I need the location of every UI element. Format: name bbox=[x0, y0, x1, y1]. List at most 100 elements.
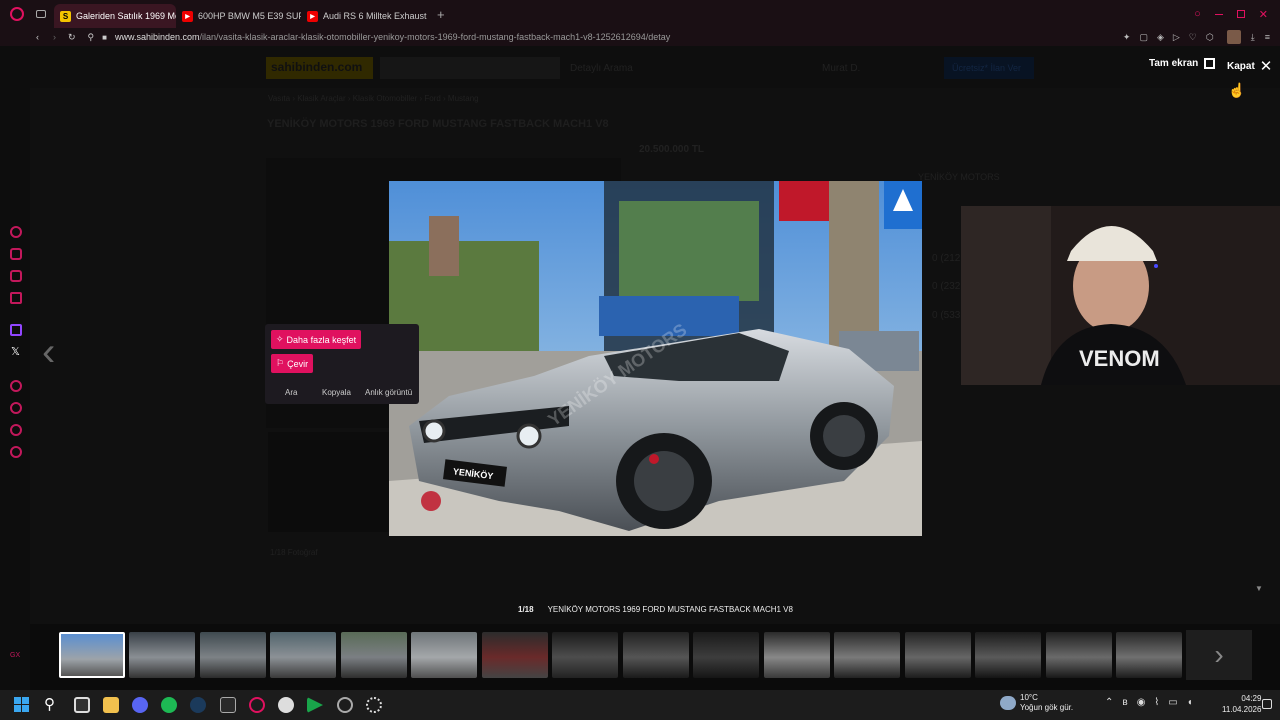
photo-caption: 1/18 YENİKÖY MOTORS 1969 FORD MUSTANG FA… bbox=[518, 605, 793, 614]
file-explorer-icon[interactable] bbox=[103, 697, 119, 713]
tab-bar: S Galeriden Satılık 1969 Mod ▶ 600HP BMW… bbox=[0, 0, 1280, 28]
translate-icon: ⚐ bbox=[276, 358, 285, 368]
tab-sahibinden[interactable]: S Galeriden Satılık 1969 Mod bbox=[54, 4, 176, 28]
youtube-icon: ▶ bbox=[307, 10, 318, 22]
thumbnail[interactable] bbox=[411, 632, 477, 678]
minimize-icon[interactable] bbox=[1214, 13, 1223, 15]
settings-icon[interactable] bbox=[10, 446, 22, 458]
thumbnail[interactable] bbox=[905, 632, 971, 678]
opera-icon[interactable] bbox=[10, 7, 24, 21]
thumbnail[interactable] bbox=[129, 632, 195, 678]
x-icon[interactable]: 𝕏 bbox=[11, 345, 20, 358]
close-icon: ✕ bbox=[1259, 58, 1273, 75]
tray-icons[interactable]: ⌃ʙ◉⌇▭◖ bbox=[1105, 697, 1202, 708]
menu-icon[interactable]: ≡ bbox=[1265, 32, 1270, 42]
tab-label: Galeriden Satılık 1969 Mod bbox=[76, 11, 176, 21]
url-field[interactable]: www.sahibinden.com/ilan/vasita-klasik-ar… bbox=[115, 32, 915, 42]
mustang-photo: YENİKÖY YENİKÖY MOTORS bbox=[389, 181, 922, 536]
copy-menu-item[interactable]: Kopyala bbox=[322, 388, 351, 397]
mail-icon[interactable] bbox=[10, 292, 22, 304]
snapshot-menu-item[interactable]: Anlık görüntü bbox=[365, 388, 412, 397]
streamer-webcam: VENOM bbox=[961, 206, 1280, 385]
weather-widget[interactable]: 10°C Yoğun gök gür. bbox=[1000, 693, 1073, 713]
cursor-hand-icon: ☝ bbox=[1228, 82, 1246, 98]
next-thumbs-button[interactable]: › bbox=[1186, 630, 1252, 680]
translate-label: Çevir bbox=[287, 358, 309, 369]
fullscreen-button[interactable]: Tam ekran bbox=[1149, 58, 1216, 69]
thumbnail[interactable] bbox=[59, 632, 125, 678]
collapse-strip-icon[interactable]: ▼ bbox=[1255, 584, 1263, 593]
gx-icon[interactable]: GX bbox=[10, 652, 20, 659]
weather-desc: Yoğun gök gür. bbox=[1020, 703, 1074, 712]
thumbnail[interactable] bbox=[270, 632, 336, 678]
steam-icon[interactable] bbox=[190, 697, 206, 713]
twitch-icon[interactable] bbox=[10, 324, 22, 336]
search-icon[interactable]: ○ bbox=[1194, 8, 1201, 20]
opera-gx-taskbar-icon[interactable] bbox=[249, 697, 265, 713]
clock[interactable]: 04:29 11.04.2026 bbox=[1222, 693, 1261, 715]
history-icon[interactable] bbox=[10, 402, 22, 414]
chrome-icon[interactable] bbox=[278, 697, 294, 713]
tab-label: 600HP BMW M5 E39 SUP bbox=[198, 11, 301, 21]
youtube-icon: ▶ bbox=[182, 10, 193, 22]
search-menu-item[interactable]: Ara bbox=[285, 388, 297, 397]
sparkle-icon: ✧ bbox=[276, 334, 284, 344]
thumbnail[interactable] bbox=[975, 632, 1041, 678]
settings-taskbar-icon[interactable] bbox=[366, 697, 382, 713]
search-taskbar-icon[interactable]: ⚲ bbox=[44, 695, 55, 713]
sahibinden-icon: S bbox=[60, 10, 71, 22]
forward-icon[interactable]: › bbox=[53, 32, 56, 42]
chat-icon[interactable] bbox=[10, 270, 22, 282]
discord-icon[interactable] bbox=[132, 697, 148, 713]
clock-date: 11.04.2026 bbox=[1222, 705, 1262, 714]
prev-photo-arrow[interactable]: ‹ bbox=[42, 330, 55, 375]
thumbnail[interactable] bbox=[552, 632, 618, 678]
task-view-icon[interactable] bbox=[74, 697, 90, 713]
download-icon[interactable]: ⤓ bbox=[1251, 32, 1255, 43]
aria-icon[interactable] bbox=[10, 226, 22, 238]
profile-avatar[interactable] bbox=[1226, 30, 1241, 44]
extension-icons[interactable]: ✦▢◈▷♡⬡ bbox=[1123, 32, 1223, 43]
new-tab-button[interactable]: + bbox=[437, 7, 445, 22]
restore-icon[interactable] bbox=[1236, 10, 1245, 18]
messenger-icon[interactable] bbox=[10, 248, 22, 260]
site-info-icon[interactable]: ⚲ bbox=[88, 32, 95, 43]
pinboard-icon[interactable] bbox=[10, 424, 22, 436]
clock-time: 04:29 bbox=[1241, 694, 1262, 703]
thumbnail[interactable] bbox=[341, 632, 407, 678]
tab-youtube-bmw[interactable]: ▶ 600HP BMW M5 E39 SUP bbox=[176, 4, 301, 28]
caption-text: YENİKÖY MOTORS 1969 FORD MUSTANG FASTBAC… bbox=[547, 605, 793, 614]
close-viewer-button[interactable]: Kapat ✕ bbox=[1227, 57, 1272, 75]
thumbnail[interactable] bbox=[623, 632, 689, 678]
app-icon[interactable] bbox=[337, 697, 353, 713]
tab-youtube-audi[interactable]: ▶ Audi RS 6 Milltek Exhaust bbox=[301, 4, 429, 28]
close-window-icon[interactable]: ✕ bbox=[1259, 8, 1268, 21]
notification-icon[interactable] bbox=[1262, 699, 1272, 709]
thumbnail[interactable] bbox=[764, 632, 830, 678]
spotify-icon[interactable] bbox=[161, 697, 177, 713]
thumbnail[interactable] bbox=[693, 632, 759, 678]
thumbnail[interactable] bbox=[482, 632, 548, 678]
epic-games-icon[interactable] bbox=[220, 697, 236, 713]
webcam-feed: VENOM bbox=[961, 206, 1280, 385]
thumbnail[interactable] bbox=[1116, 632, 1182, 678]
reload-icon[interactable]: ↻ bbox=[68, 32, 76, 43]
discover-more-button[interactable]: ✧ Daha fazla keşfet bbox=[271, 330, 362, 349]
translate-button[interactable]: ⚐ Çevir bbox=[271, 354, 314, 373]
back-icon[interactable]: ‹ bbox=[36, 32, 39, 42]
thumbnail[interactable] bbox=[200, 632, 266, 678]
storm-icon bbox=[1000, 696, 1016, 710]
photo-counter: 1/18 bbox=[518, 605, 534, 614]
tab-list-icon[interactable] bbox=[36, 10, 46, 18]
lock-icon: ■ bbox=[102, 32, 107, 42]
player-icon[interactable] bbox=[10, 380, 22, 392]
browser-sidebar bbox=[0, 46, 30, 690]
url-path: /ilan/vasita-klasik-araclar-klasik-otomo… bbox=[199, 32, 671, 42]
tab-label: Audi RS 6 Milltek Exhaust bbox=[323, 11, 427, 21]
shirt-print: VENOM bbox=[1079, 346, 1160, 371]
windows-start-icon[interactable] bbox=[14, 697, 29, 712]
address-bar: ‹ › ↻ ⚲ ■ www.sahibinden.com/ilan/vasita… bbox=[0, 28, 1280, 46]
thumbnail[interactable] bbox=[834, 632, 900, 678]
gallery-main-photo[interactable]: YENİKÖY YENİKÖY MOTORS bbox=[389, 181, 922, 536]
thumbnail[interactable] bbox=[1046, 632, 1112, 678]
